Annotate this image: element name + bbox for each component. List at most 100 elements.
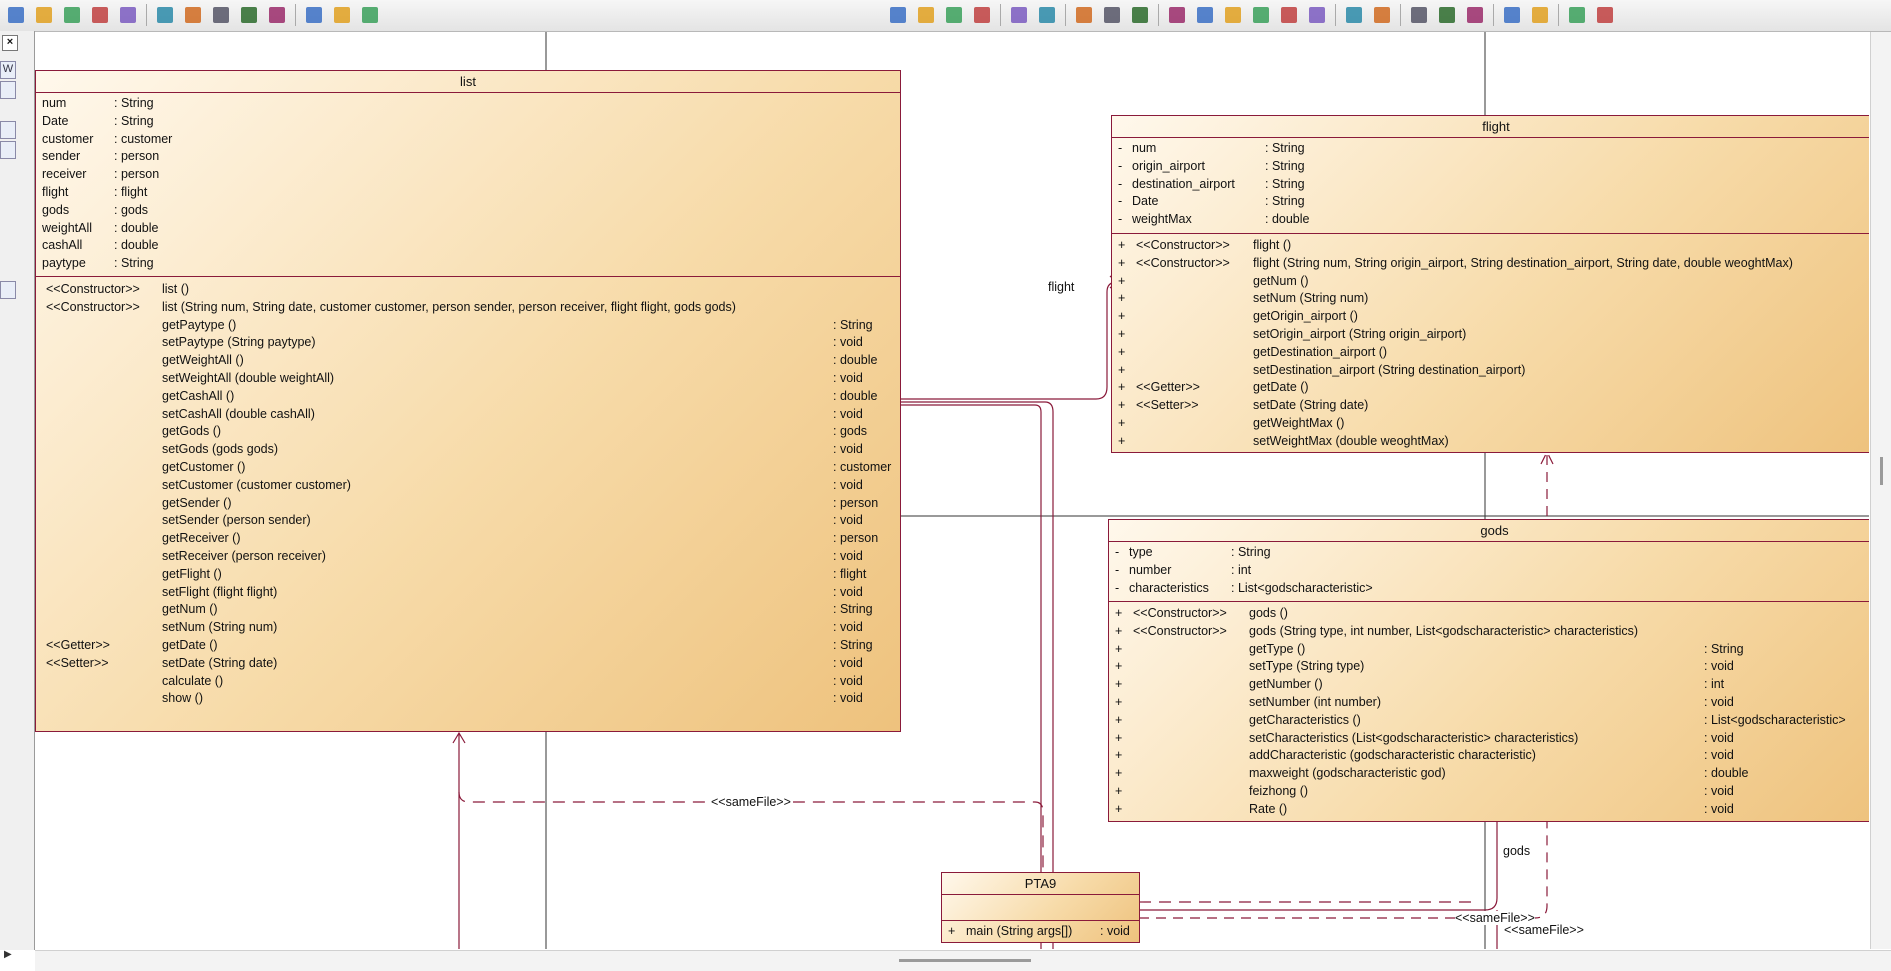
search-button[interactable]: search-icon — [60, 3, 84, 27]
member-row[interactable]: setCustomer (customer customer): void — [36, 477, 900, 495]
member-row[interactable]: + getCharacteristics (): List<godscharact… — [1109, 712, 1869, 730]
diagram-button[interactable]: diagram-icon — [181, 3, 205, 27]
member-row[interactable]: getWeightAll (): double — [36, 352, 900, 370]
horizontal-scroll-thumb[interactable] — [899, 959, 1031, 962]
member-row[interactable]: + getDestination_airport () — [1112, 344, 1869, 362]
folder-button[interactable]: folder-icon — [1193, 3, 1217, 27]
member-row[interactable]: - characteristics: List<godscharacteristi… — [1109, 580, 1869, 598]
member-row[interactable]: customer: customer — [36, 131, 900, 149]
pencil-button[interactable]: pencil-icon — [209, 3, 233, 27]
member-row[interactable]: <<Constructor>> list () — [36, 281, 900, 299]
member-row[interactable]: + <<Constructor>> gods (String type, int n… — [1109, 623, 1869, 641]
member-row[interactable]: - num: String — [1112, 140, 1869, 158]
member-row[interactable]: + <<Constructor>> flight (String num, Stri… — [1112, 255, 1869, 273]
member-row[interactable]: show (): void — [36, 690, 900, 708]
help-button[interactable]: help-icon — [1593, 3, 1617, 27]
link-button[interactable]: link-icon — [237, 3, 261, 27]
cut-button[interactable]: cut-icon — [1370, 3, 1394, 27]
member-row[interactable]: + <<Constructor>> flight () — [1112, 237, 1869, 255]
member-row[interactable]: + setWeightMax (double weoghtMax) — [1112, 433, 1869, 451]
view-text-button[interactable]: view-text-icon — [1100, 3, 1124, 27]
layout-1-button[interactable]: layout-1-icon — [886, 3, 910, 27]
redo-arrow-button[interactable]: redo-arrow-icon — [358, 3, 382, 27]
member-row[interactable]: + getNum () — [1112, 273, 1869, 291]
open-project-button[interactable]: open-project-icon — [4, 3, 28, 27]
undo-button[interactable]: undo-icon — [1500, 3, 1524, 27]
member-row[interactable]: + setOrigin_airport (String origin_airpor… — [1112, 326, 1869, 344]
class-box-gods[interactable]: gods - type: String - number: int - character… — [1108, 519, 1869, 822]
panel-tab-icon-2[interactable] — [0, 121, 16, 139]
member-row[interactable]: + getOrigin_airport () — [1112, 308, 1869, 326]
member-row[interactable]: setNum (String num): void — [36, 619, 900, 637]
properties-button[interactable]: properties-icon — [1565, 3, 1589, 27]
member-row[interactable]: + setDestination_airport (String destinat… — [1112, 362, 1869, 380]
vertical-scroll-thumb[interactable] — [1880, 457, 1883, 485]
member-row[interactable]: - Date: String — [1112, 193, 1869, 211]
member-row[interactable]: paytype: String — [36, 255, 900, 273]
member-row[interactable]: weightAll: double — [36, 220, 900, 238]
refresh-button[interactable]: refresh-icon — [88, 3, 112, 27]
view-split-button[interactable]: view-split-icon — [1128, 3, 1152, 27]
member-row[interactable]: setCashAll (double cashAll): void — [36, 406, 900, 424]
horizontal-scrollbar[interactable] — [35, 950, 1891, 971]
member-row[interactable]: + Rate (): void — [1109, 801, 1869, 819]
new-file-button[interactable]: new-file-icon — [1165, 3, 1189, 27]
panel-tab-icon-3[interactable] — [0, 141, 16, 159]
diagram-canvas[interactable]: flight gods <<sameFile>> <<sameFile>> <<… — [35, 32, 1869, 949]
member-row[interactable]: <<Getter>> getDate (): String — [36, 637, 900, 655]
member-row[interactable]: + <<Getter>> getDate () — [1112, 379, 1869, 397]
close-panel-button[interactable]: × — [2, 35, 18, 51]
member-row[interactable]: setWeightAll (double weightAll): void — [36, 370, 900, 388]
save-project-button[interactable]: save-project-icon — [32, 3, 56, 27]
package-button[interactable]: package-icon — [1007, 3, 1031, 27]
delete-button[interactable]: delete-icon — [1463, 3, 1487, 27]
member-row[interactable]: + main (String args[]): void — [942, 923, 1139, 941]
member-row[interactable]: + <<Setter>> setDate (String date) — [1112, 397, 1869, 415]
expand-node-icon[interactable] — [0, 281, 16, 299]
member-row[interactable]: getFlight (): flight — [36, 566, 900, 584]
member-row[interactable]: flight: flight — [36, 184, 900, 202]
class-box-flight[interactable]: flight - num: String - origin_airport: Stri… — [1111, 115, 1869, 453]
member-row[interactable]: setGods (gods gods): void — [36, 441, 900, 459]
member-row[interactable]: gods: gods — [36, 202, 900, 220]
member-row[interactable]: - number: int — [1109, 562, 1869, 580]
check-button[interactable]: check-icon — [116, 3, 140, 27]
member-row[interactable]: Date: String — [36, 113, 900, 131]
member-row[interactable]: getGods (): gods — [36, 423, 900, 441]
member-row[interactable]: num: String — [36, 95, 900, 113]
undo-arrow-button[interactable]: undo-arrow-icon — [330, 3, 354, 27]
save-button[interactable]: save-icon — [1249, 3, 1273, 27]
member-row[interactable]: setReceiver (person receiver): void — [36, 548, 900, 566]
member-row[interactable]: - type: String — [1109, 544, 1869, 562]
member-row[interactable]: + maxweight (godscharacteristic god): dou… — [1109, 765, 1869, 783]
member-row[interactable]: getReceiver (): person — [36, 530, 900, 548]
text-button[interactable]: text-icon — [265, 3, 289, 27]
member-row[interactable]: + addCharacteristic (godscharacteristic c… — [1109, 747, 1869, 765]
print-preview-button[interactable]: print-preview-icon — [1305, 3, 1329, 27]
panel-tab-w[interactable]: W — [0, 61, 16, 79]
paste-button[interactable]: paste-icon — [1435, 3, 1459, 27]
member-row[interactable]: <<Setter>> setDate (String date): void — [36, 655, 900, 673]
member-row[interactable]: + setType (String type): void — [1109, 658, 1869, 676]
member-row[interactable]: getCashAll (): double — [36, 388, 900, 406]
class-box-list[interactable]: list num: String Date: String customer: cu… — [35, 70, 901, 732]
disabled-button[interactable]: disabled-icon — [1035, 3, 1059, 27]
member-row[interactable]: cashAll: double — [36, 237, 900, 255]
layout-2-button[interactable]: layout-2-icon — [914, 3, 938, 27]
member-row[interactable]: + setNumber (int number): void — [1109, 694, 1869, 712]
redo-button[interactable]: redo-icon — [1528, 3, 1552, 27]
member-row[interactable]: + <<Constructor>> gods () — [1109, 605, 1869, 623]
member-row[interactable]: - origin_airport: String — [1112, 158, 1869, 176]
print-button[interactable]: print-icon — [1342, 3, 1366, 27]
layout-4-button[interactable]: layout-4-icon — [970, 3, 994, 27]
export-button[interactable]: export-icon — [302, 3, 326, 27]
member-row[interactable]: - weightMax: double — [1112, 211, 1869, 229]
member-row[interactable]: setFlight (flight flight): void — [36, 584, 900, 602]
member-row[interactable]: getCustomer (): customer — [36, 459, 900, 477]
copy-button[interactable]: copy-icon — [1407, 3, 1431, 27]
member-row[interactable]: + setCharacteristics (List<godscharacteri… — [1109, 730, 1869, 748]
member-row[interactable]: - destination_airport: String — [1112, 176, 1869, 194]
panel-tab-icon-1[interactable] — [0, 81, 16, 99]
member-row[interactable]: + getWeightMax () — [1112, 415, 1869, 433]
member-row[interactable]: receiver: person — [36, 166, 900, 184]
